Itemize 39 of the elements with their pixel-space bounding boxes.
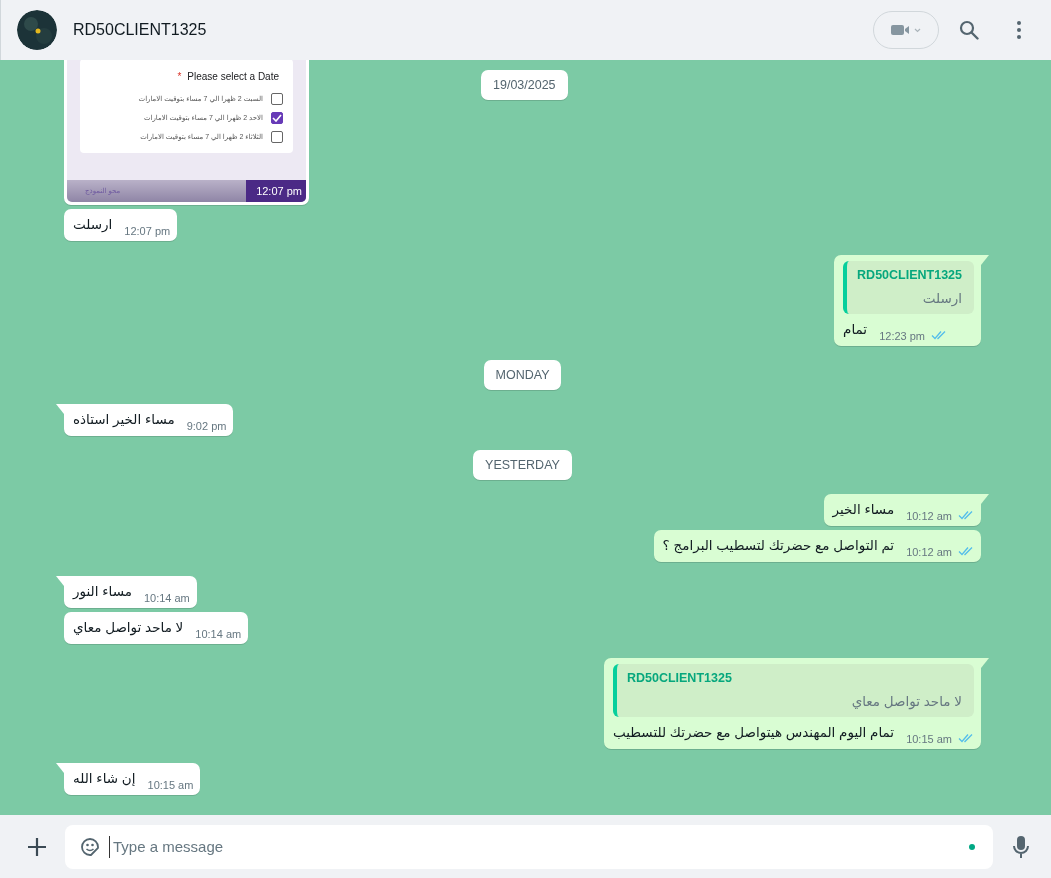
menu-icon[interactable]	[1017, 21, 1021, 39]
quote-author: RD50CLIENT1325	[626, 671, 733, 685]
search-icon[interactable]	[959, 20, 979, 40]
quote-author: RD50CLIENT1325	[857, 268, 962, 282]
date-label: 19/03/2025	[481, 70, 568, 100]
message-time: 10:12 am	[906, 546, 952, 558]
video-camera-icon	[891, 23, 921, 37]
message-text: مساء النور	[73, 583, 132, 602]
message-time: 12:23 pm	[879, 330, 925, 342]
microphone-icon[interactable]	[1013, 834, 1029, 859]
status-dot-icon	[969, 843, 975, 850]
message-time: 10:14 am	[143, 592, 190, 604]
message-time: 10:12 am	[906, 510, 952, 522]
date-label: YESTERDAY	[473, 450, 572, 480]
message-time: 10:15 am	[147, 779, 194, 791]
message-time: 10:15 am	[906, 733, 952, 745]
contact-avatar[interactable]	[17, 10, 57, 50]
message-text: تم التواصل مع حضرتك لتسطيب البرامج ؟	[662, 537, 895, 556]
message-text: مساء الخير استاذه	[73, 411, 175, 429]
message-text: لا ماحد تواصل معاي	[73, 619, 184, 638]
message-text: إن شاء الله	[73, 770, 136, 788]
message-text: ارسلت	[73, 216, 113, 234]
video-call-button[interactable]	[873, 11, 939, 49]
message-text: تمام	[843, 321, 868, 339]
quote-text: لا ماحد تواصل معاي	[850, 693, 962, 709]
message-time: 12:07 pm	[124, 225, 171, 237]
message-input-field[interactable]: Type a message	[65, 824, 993, 869]
quote-text: ارسلت	[921, 290, 962, 306]
question-text: Please select a Date	[187, 71, 279, 82]
message-time: 12:07 pm	[246, 180, 306, 202]
contact-name[interactable]: RD50CLIENT1325	[73, 21, 207, 39]
sticker-icon[interactable]	[79, 835, 101, 858]
message-time: 9:02 pm	[186, 420, 227, 432]
required-mark: *	[177, 71, 182, 82]
message-time: 10:14 am	[195, 628, 242, 640]
message-text: مساء الخير	[832, 501, 895, 520]
plus-icon[interactable]	[27, 836, 47, 857]
message-text: تمام اليوم المهندس هيتواصل مع حضرتك للتسطيب	[612, 724, 895, 743]
date-label: MONDAY	[483, 360, 562, 390]
